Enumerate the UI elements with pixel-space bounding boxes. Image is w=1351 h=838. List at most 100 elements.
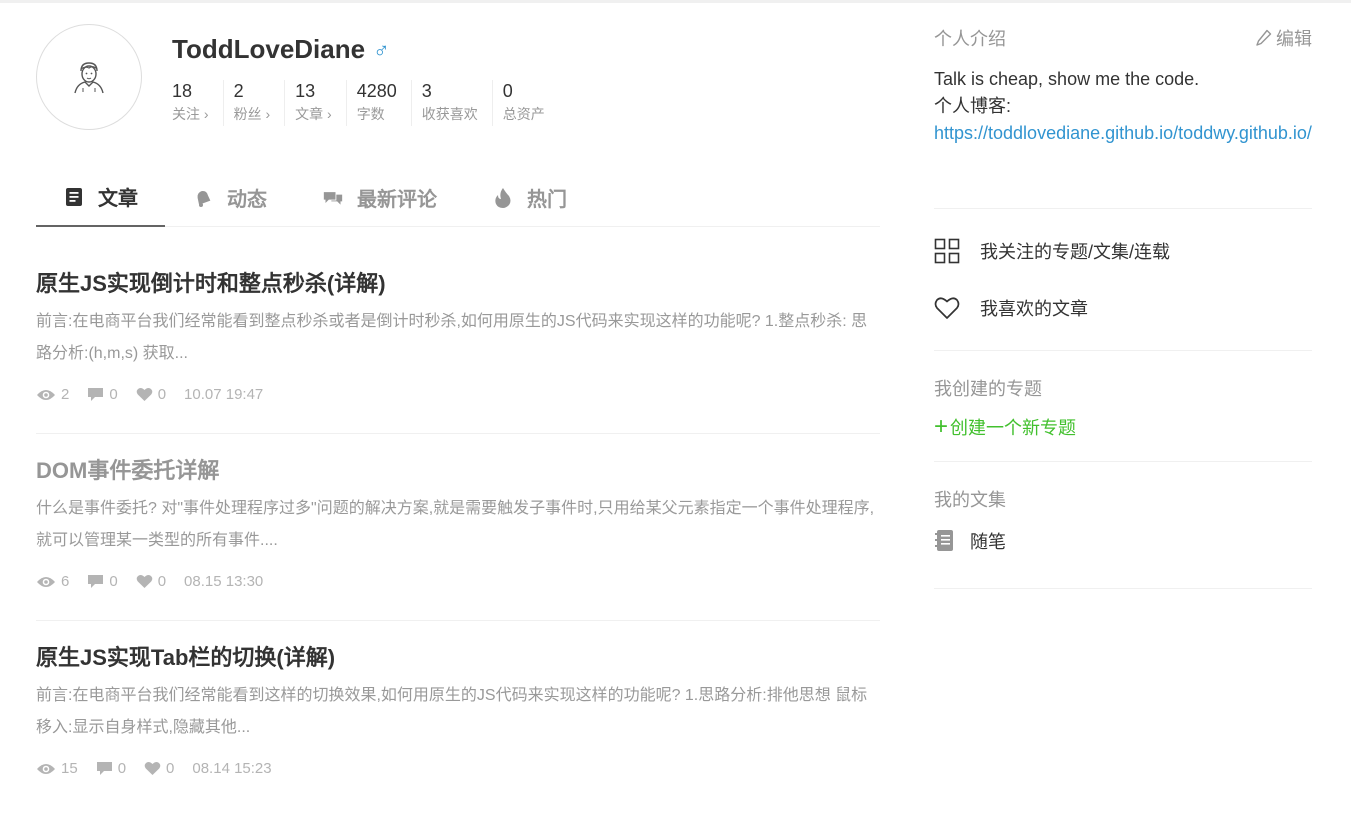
profile-tabs: 文章 动态 最新评论 热门	[36, 168, 880, 227]
comments-icon	[323, 188, 343, 208]
intro-body: Talk is cheap, show me the code. 个人博客: h…	[934, 66, 1312, 147]
views-count[interactable]: 6	[36, 573, 69, 590]
article-time: 08.14 15:23	[192, 760, 272, 777]
edit-button[interactable]: 编辑	[1256, 25, 1312, 51]
followed-topics-label: 我关注的专题/文集/连载	[980, 242, 1171, 262]
article-title[interactable]: DOM事件委托详解	[36, 434, 880, 487]
heart-icon	[136, 387, 152, 401]
divider	[934, 208, 1312, 209]
stat-label: 字数	[356, 106, 385, 122]
my-notebooks-title: 我的文集	[934, 490, 1006, 510]
stat-following[interactable]: 18 关注 ›	[172, 80, 224, 126]
stat-label: 文章 ›	[295, 106, 332, 122]
stat-words: 4280 字数	[347, 80, 412, 126]
stat-number: 13	[295, 81, 316, 101]
username-row: ToddLoveDiane ♂	[172, 34, 390, 65]
views-number: 15	[61, 760, 78, 777]
article-meta: 6 0 0 08.15 13:30	[36, 573, 880, 620]
edit-label: 编辑	[1276, 29, 1312, 49]
profile-header: ToddLoveDiane ♂ 18 关注 › 2 粉丝 › 13 文章 › 4…	[36, 24, 880, 134]
comments-count[interactable]: 0	[87, 573, 118, 590]
article-meta: 15 0 0 08.14 15:23	[36, 760, 880, 807]
eye-icon	[37, 576, 55, 587]
intro-title: 个人介绍	[934, 29, 1006, 49]
article-list: 原生JS实现倒计时和整点秒杀(详解) 前言:在电商平台我们经常能看到整点秒杀或者…	[36, 247, 880, 807]
likes-count: 0	[136, 573, 166, 590]
heart-icon	[136, 574, 152, 588]
tab-activity[interactable]: 动态	[165, 168, 295, 227]
tab-label: 最新评论	[357, 189, 437, 211]
heart-icon	[144, 761, 161, 775]
views-count[interactable]: 15	[36, 760, 78, 777]
views-number: 2	[61, 386, 70, 403]
stat-number: 3	[421, 81, 432, 101]
likes-count: 0	[144, 760, 174, 777]
stat-label: 收获喜欢	[421, 106, 478, 122]
list-item: DOM事件委托详解 什么是事件委托? 对"事件处理程序过多"问题的解决方案,就是…	[36, 434, 880, 621]
article-time: 10.07 19:47	[184, 386, 264, 403]
comments-number: 0	[109, 386, 118, 403]
username[interactable]: ToddLoveDiane	[172, 34, 365, 65]
likes-number: 0	[157, 386, 167, 403]
list-item: 原生JS实现Tab栏的切换(详解) 前言:在电商平台我们经常能看到这样的切换效果…	[36, 621, 880, 807]
likes-count: 0	[136, 386, 166, 403]
comments-count[interactable]: 0	[96, 760, 126, 777]
top-border	[0, 0, 1351, 3]
stat-number: 4280	[356, 81, 397, 101]
tab-latest-comments[interactable]: 最新评论	[295, 168, 465, 227]
tab-label: 文章	[98, 188, 138, 210]
divider	[934, 350, 1312, 351]
comment-icon	[88, 575, 104, 588]
stat-label: 粉丝 ›	[233, 106, 271, 122]
views-count[interactable]: 2	[36, 386, 69, 403]
stat-total-assets: 0 总资产	[493, 80, 559, 126]
divider	[934, 461, 1312, 462]
heart-outline-icon	[934, 297, 960, 319]
article-meta: 2 0 0 10.07 19:47	[36, 386, 880, 433]
views-number: 6	[61, 573, 70, 590]
article-icon	[64, 187, 84, 207]
male-icon: ♂	[373, 37, 390, 63]
fire-icon	[493, 187, 513, 208]
article-abstract: 前言:在电商平台我们经常能看到整点秒杀或者是倒计时秒杀,如何用原生的JS代码来实…	[36, 313, 868, 362]
comment-icon	[88, 388, 104, 401]
blog-link[interactable]: https://toddlovediane.github.io/toddwy.g…	[934, 120, 1312, 147]
article-time: 08.15 13:30	[184, 573, 264, 590]
article-title[interactable]: 原生JS实现倒计时和整点秒杀(详解)	[36, 247, 880, 300]
liked-articles-label: 我喜欢的文章	[980, 299, 1088, 319]
likes-number: 0	[166, 760, 175, 777]
stat-label: 关注 ›	[172, 106, 209, 122]
tab-label: 热门	[527, 189, 567, 211]
stat-label: 总资产	[502, 106, 545, 122]
stat-number: 2	[233, 81, 244, 101]
comments-number: 0	[117, 760, 127, 777]
article-abstract: 前言:在电商平台我们经常能看到这样的切换效果,如何用原生的JS代码来实现这样的功…	[36, 687, 868, 736]
likes-number: 0	[157, 573, 167, 590]
create-topic-link[interactable]: + 创建一个新专题	[934, 414, 1076, 440]
followed-topics-link[interactable]: 我关注的专题/文集/连载	[934, 238, 1170, 264]
article-title[interactable]: 原生JS实现Tab栏的切换(详解)	[36, 621, 880, 674]
create-topic-label: 创建一个新专题	[950, 418, 1077, 438]
eye-icon	[37, 389, 55, 400]
notebook-name: 随笔	[970, 532, 1006, 552]
tab-hot[interactable]: 热门	[465, 168, 595, 227]
list-item: 原生JS实现倒计时和整点秒杀(详解) 前言:在电商平台我们经常能看到整点秒杀或者…	[36, 247, 880, 434]
divider	[934, 588, 1312, 589]
comments-count[interactable]: 0	[87, 386, 118, 403]
intro-blog-label: 个人博客:	[934, 96, 1012, 116]
intro-header: 个人介绍 编辑	[934, 25, 1312, 51]
avatar-sketch-icon	[74, 62, 104, 94]
stat-number: 0	[502, 81, 513, 101]
comments-number: 0	[109, 573, 118, 590]
avatar[interactable]	[36, 24, 142, 130]
tab-articles[interactable]: 文章	[36, 168, 165, 227]
stat-followers[interactable]: 2 粉丝 ›	[224, 80, 286, 126]
article-abstract: 什么是事件委托? 对"事件处理程序过多"问题的解决方案,就是需要触发子事件时,只…	[36, 500, 875, 549]
my-topics-title: 我创建的专题	[934, 379, 1042, 399]
liked-articles-link[interactable]: 我喜欢的文章	[934, 295, 1088, 321]
profile-stats: 18 关注 › 2 粉丝 › 13 文章 › 4280 字数 3 收获喜欢 0 …	[172, 80, 559, 126]
comment-icon	[96, 762, 112, 775]
notebook-item[interactable]: 随笔	[934, 528, 1006, 554]
intro-text: Talk is cheap, show me the code.	[934, 69, 1200, 89]
stat-articles[interactable]: 13 文章 ›	[285, 80, 347, 126]
